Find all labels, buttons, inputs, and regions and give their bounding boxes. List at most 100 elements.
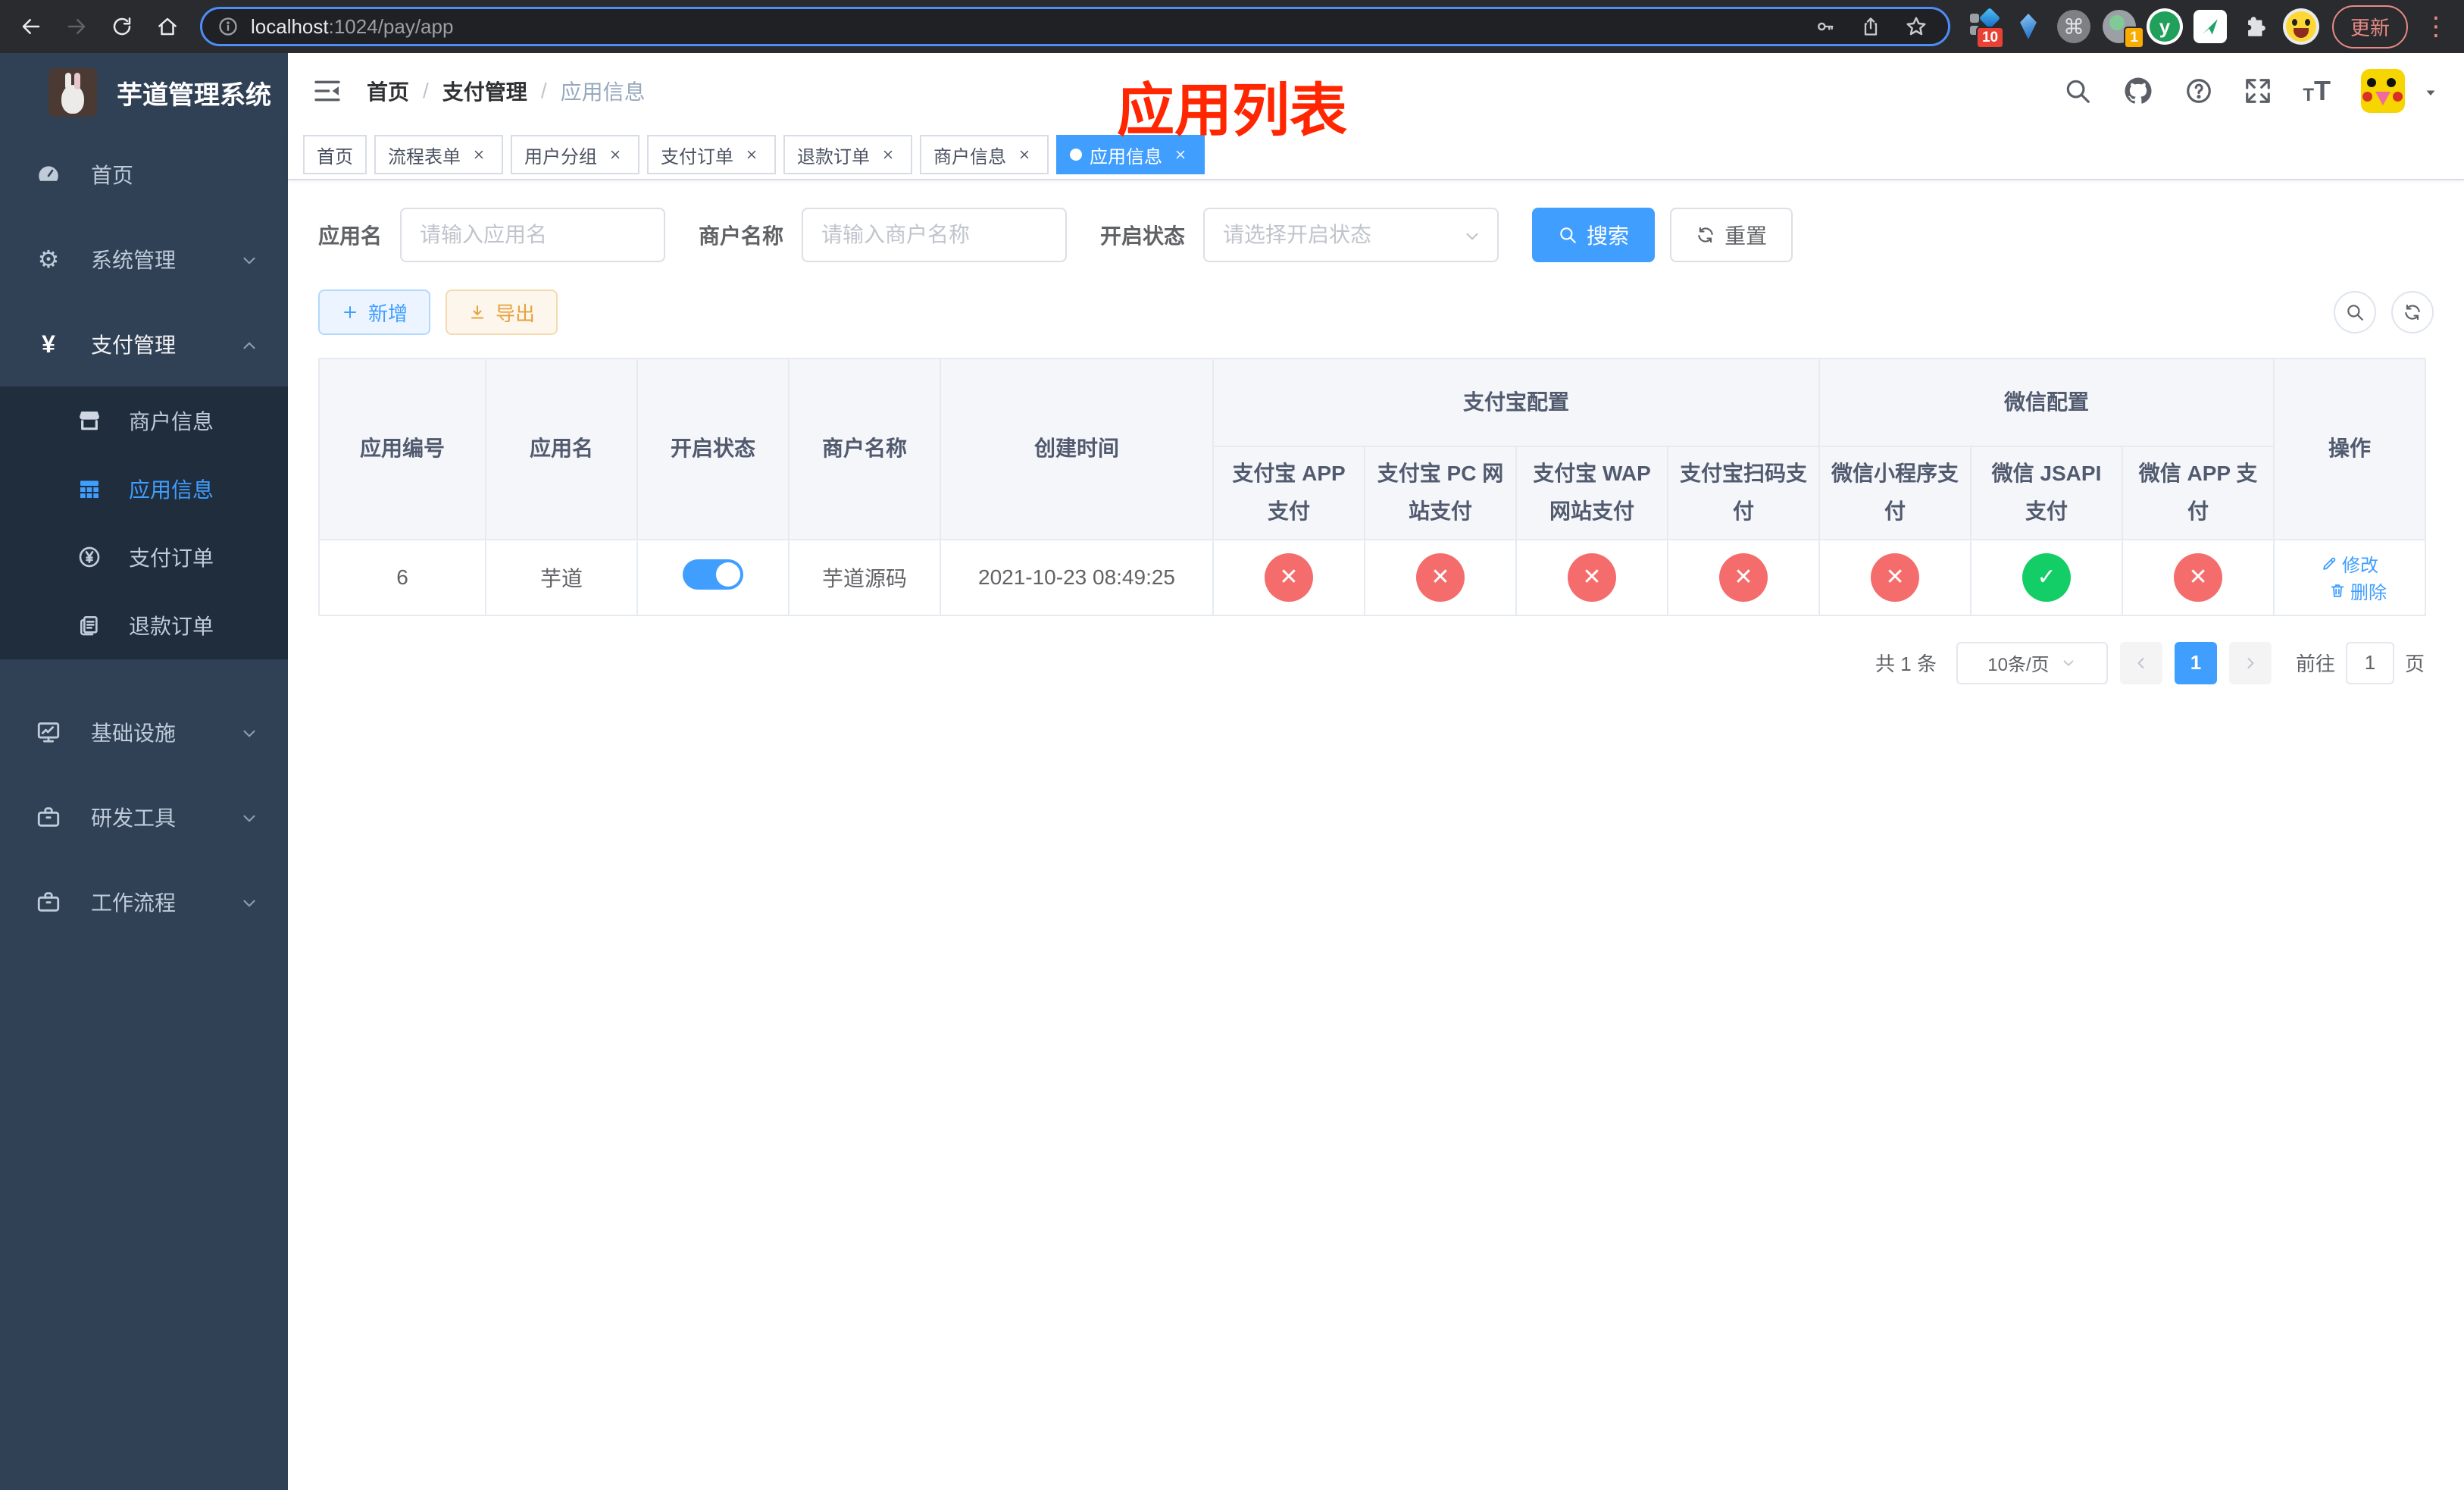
app-name-input[interactable] (400, 208, 666, 262)
collapse-menu-icon[interactable] (312, 76, 342, 106)
cell-status (636, 538, 790, 616)
monitor-icon (30, 719, 67, 745)
sidebar-item-label: 首页 (91, 164, 134, 187)
sidebar-item-app-info[interactable]: 应用信息 (0, 455, 288, 523)
page-content: 应用名 商户名称 开启状态 搜索 重 (288, 180, 2464, 1490)
url-text[interactable]: localhost:1024/pay/app (251, 15, 453, 39)
sidebar-item-home[interactable]: 首页 (0, 132, 288, 217)
delete-link[interactable]: 删除 (2329, 578, 2387, 604)
profile-avatar[interactable] (2281, 6, 2322, 47)
breadcrumb-home[interactable]: 首页 (367, 76, 409, 106)
back-button[interactable] (11, 6, 52, 47)
extension-command[interactable]: ⌘ (2053, 6, 2094, 47)
next-page-button[interactable] (2228, 641, 2272, 684)
prev-page-button[interactable] (2119, 641, 2162, 684)
tab-refund-order[interactable]: 退款订单 (783, 135, 912, 174)
extension-y-green[interactable]: y (2144, 6, 2185, 47)
sidebar-item-label: 支付订单 (129, 546, 214, 570)
github-icon[interactable] (2122, 75, 2154, 107)
extension-doc-green[interactable] (2190, 6, 2231, 47)
goto-page-input[interactable] (2345, 641, 2394, 684)
extension-badge-orange: 1 (2124, 27, 2144, 49)
yen-icon: ¥ (42, 330, 55, 358)
tab-process-form[interactable]: 流程表单 (374, 135, 503, 174)
tab-pay-order[interactable]: 支付订单 (647, 135, 776, 174)
command-icon: ⌘ (2056, 10, 2090, 43)
home-button[interactable] (147, 6, 188, 47)
browser-menu-icon[interactable]: ⋮ (2419, 11, 2453, 42)
sidebar-item-merchant-info[interactable]: 商户信息 (0, 387, 288, 455)
help-icon[interactable] (2184, 77, 2213, 105)
tab-merchant-info[interactable]: 商户信息 (920, 135, 1049, 174)
sidebar-item-system[interactable]: ⚙ 系统管理 (0, 217, 288, 302)
chevron-down-icon (239, 720, 259, 744)
page-size-select[interactable]: 10条/页 (1956, 641, 2108, 684)
tab-user-group[interactable]: 用户分组 (511, 135, 639, 174)
extensions-puzzle-icon[interactable] (2235, 6, 2276, 47)
avatar-caret-icon[interactable] (2422, 79, 2440, 103)
user-avatar[interactable] (2361, 69, 2405, 113)
status-toggle[interactable] (683, 559, 743, 590)
top-navbar: 首页 / 支付管理 / 应用信息 TT (288, 53, 2464, 129)
app-name-label: 应用名 (318, 224, 383, 248)
sidebar-item-pay-order[interactable]: 支付订单 (0, 523, 288, 591)
sidebar-item-workflow[interactable]: 工作流程 (0, 859, 288, 944)
page-number-1[interactable]: 1 (2174, 641, 2217, 684)
active-tab-dot (1070, 149, 1082, 161)
sidebar-item-label: 系统管理 (91, 249, 177, 272)
chevron-down-icon (2060, 653, 2077, 674)
sidebar-item-label: 支付管理 (91, 333, 177, 357)
sidebar-item-infrastructure[interactable]: 基础设施 (0, 690, 288, 775)
fullscreen-icon[interactable] (2244, 77, 2272, 105)
toggle-search-button[interactable] (2334, 291, 2376, 333)
col-merchant: 商户名称 (788, 358, 941, 540)
search-button[interactable]: 搜索 (1532, 208, 1656, 262)
tab-home[interactable]: 首页 (303, 135, 367, 174)
font-size-icon[interactable]: TT (2303, 77, 2331, 105)
extension-kite[interactable] (2008, 6, 2049, 47)
yen-circle-icon (73, 545, 106, 569)
col-status: 开启状态 (636, 358, 790, 540)
breadcrumb-separator: / (540, 79, 547, 102)
wechat-mini-status-icon: ✕ (1871, 552, 1920, 602)
edit-link[interactable]: 修改 (2321, 550, 2378, 577)
browser-update-button[interactable]: 更新 (2331, 5, 2408, 49)
cell-created: 2021-10-23 08:49:25 (940, 538, 1214, 616)
merchant-name-input[interactable] (802, 208, 1068, 262)
col-app-id: 应用编号 (318, 358, 486, 540)
add-button[interactable]: 新增 (318, 290, 431, 335)
close-icon[interactable] (468, 144, 489, 165)
close-icon[interactable] (1170, 144, 1191, 165)
breadcrumb-separator: / (423, 79, 429, 102)
logo-image (48, 68, 97, 117)
status-select[interactable] (1203, 208, 1499, 262)
sidebar-logo[interactable]: 芋道管理系统 (0, 53, 288, 132)
reset-button[interactable]: 重置 (1670, 208, 1793, 262)
forward-button[interactable] (56, 6, 97, 47)
status-select-input[interactable] (1203, 208, 1499, 262)
breadcrumb-payment[interactable]: 支付管理 (442, 76, 527, 106)
close-icon[interactable] (605, 144, 626, 165)
site-info-icon[interactable] (217, 16, 239, 37)
close-icon[interactable] (1014, 144, 1035, 165)
extension-blue-diamond[interactable]: 10 (1962, 6, 2005, 49)
sidebar-item-payment[interactable]: ¥ 支付管理 (0, 302, 288, 387)
password-key-icon[interactable] (1809, 10, 1842, 43)
close-icon[interactable] (877, 144, 899, 165)
export-button[interactable]: 导出 (446, 290, 558, 335)
url-bar[interactable]: localhost:1024/pay/app (200, 7, 1950, 46)
bookmark-star-icon[interactable] (1900, 10, 1933, 43)
refresh-table-button[interactable] (2391, 291, 2434, 333)
search-icon[interactable] (2063, 77, 2092, 105)
gear-icon: ⚙ (37, 246, 60, 273)
reload-button[interactable] (102, 6, 142, 47)
col-alipay-app: 支付宝 APP 支付 (1212, 446, 1365, 540)
sidebar-item-dev-tools[interactable]: 研发工具 (0, 775, 288, 859)
sidebar-item-refund-order[interactable]: 退款订单 (0, 591, 288, 659)
close-icon[interactable] (741, 144, 762, 165)
tags-view-bar: 首页 流程表单 用户分组 支付订单 退款订单 商户信息 应用信息 (288, 129, 2464, 180)
app-table: 应用编号 应用名 开启状态 商户名称 创建时间 支付宝配置 微信配置 操作 支付… (318, 358, 2427, 616)
extension-recorder[interactable]: 1 (2099, 6, 2144, 49)
pagination: 共 1 条 10条/页 1 前往 页 (318, 641, 2425, 684)
share-icon[interactable] (1854, 10, 1887, 43)
